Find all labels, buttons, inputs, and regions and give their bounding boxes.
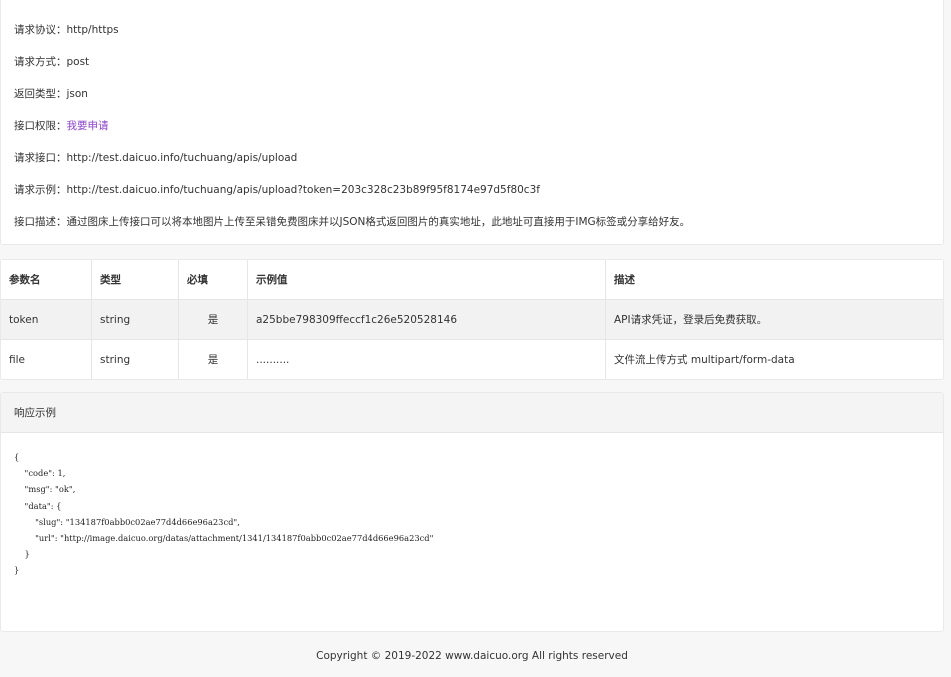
response-code-block: { "code": 1, "msg": "ok", "data": { "slu… xyxy=(14,452,434,576)
info-separator: ： xyxy=(56,88,67,100)
info-separator: ： xyxy=(56,120,67,132)
info-value: json xyxy=(66,88,88,100)
cell-description: API请求凭证，登录后免费获取。 xyxy=(605,299,943,340)
info-separator: ： xyxy=(56,24,67,36)
column-header-description: 描述 xyxy=(605,260,943,300)
info-label: 请求协议 xyxy=(14,24,56,36)
apply-link[interactable]: 我要申请 xyxy=(67,120,109,132)
info-label: 请求示例 xyxy=(14,184,56,196)
info-value: http/https xyxy=(66,24,119,36)
params-table: 参数名 类型 必填 示例值 描述 token string 是 a25bbe79… xyxy=(1,260,943,379)
footer-copyright: Copyright © 2019-2022 www.daicuo.org All… xyxy=(316,650,628,662)
table-header-row: 参数名 类型 必填 示例值 描述 xyxy=(1,260,943,300)
cell-type: string xyxy=(91,339,179,379)
column-header-required: 必填 xyxy=(178,260,248,300)
info-label: 返回类型 xyxy=(14,88,56,100)
response-example-card: 响应示例 { "code": 1, "msg": "ok", "data": {… xyxy=(0,392,944,632)
info-value: http://test.daicuo.info/tuchuang/apis/up… xyxy=(66,184,540,196)
info-row-example: 请求示例：http://test.daicuo.info/tuchuang/ap… xyxy=(14,183,540,197)
table-row: file string 是 .......... 文件流上传方式 multipa… xyxy=(1,339,943,379)
info-value: http://test.daicuo.info/tuchuang/apis/up… xyxy=(66,152,298,164)
cell-name: file xyxy=(1,339,92,379)
cell-required: 是 xyxy=(178,299,248,340)
cell-required: 是 xyxy=(178,339,248,379)
table-row: token string 是 a25bbe798309ffeccf1c26e52… xyxy=(1,299,943,340)
info-label: 请求方式 xyxy=(14,56,56,68)
cell-name: token xyxy=(1,299,92,340)
info-row-return-type: 返回类型：json xyxy=(14,87,88,101)
info-row-method: 请求方式：post xyxy=(14,55,89,69)
info-row-permission: 接口权限：我要申请 xyxy=(14,119,109,133)
info-value: post xyxy=(66,56,90,68)
info-row-endpoint: 请求接口：http://test.daicuo.info/tuchuang/ap… xyxy=(14,151,297,165)
info-row-protocol: 请求协议：http/https xyxy=(14,23,119,37)
info-label: 请求接口 xyxy=(14,152,56,164)
cell-example: .......... xyxy=(247,339,606,379)
info-value: 通过图床上传接口可以将本地图片上传至呆错免费图床并以JSON格式返回图片的真实地… xyxy=(66,216,691,228)
info-separator: ： xyxy=(56,184,67,196)
cell-example: a25bbe798309ffeccf1c26e520528146 xyxy=(247,299,606,340)
api-info-card: 请求协议：http/https 请求方式：post 返回类型：json 接口权限… xyxy=(0,0,944,245)
info-separator: ： xyxy=(56,56,67,68)
params-table-card: 参数名 类型 必填 示例值 描述 token string 是 a25bbe79… xyxy=(0,259,944,380)
info-label: 接口描述 xyxy=(14,216,56,228)
response-example-header: 响应示例 xyxy=(1,393,943,433)
cell-type: string xyxy=(91,299,179,340)
column-header-type: 类型 xyxy=(91,260,179,300)
info-separator: ： xyxy=(56,216,67,228)
info-label: 接口权限 xyxy=(14,120,56,132)
info-row-description: 接口描述：通过图床上传接口可以将本地图片上传至呆错免费图床并以JSON格式返回图… xyxy=(14,215,690,229)
response-example-title: 响应示例 xyxy=(14,407,56,419)
column-header-name: 参数名 xyxy=(1,260,92,300)
column-header-example: 示例值 xyxy=(247,260,606,300)
info-separator: ： xyxy=(56,152,67,164)
cell-description: 文件流上传方式 multipart/form-data xyxy=(614,354,795,366)
api-doc-page: 请求协议：http/https 请求方式：post 返回类型：json 接口权限… xyxy=(0,0,951,677)
